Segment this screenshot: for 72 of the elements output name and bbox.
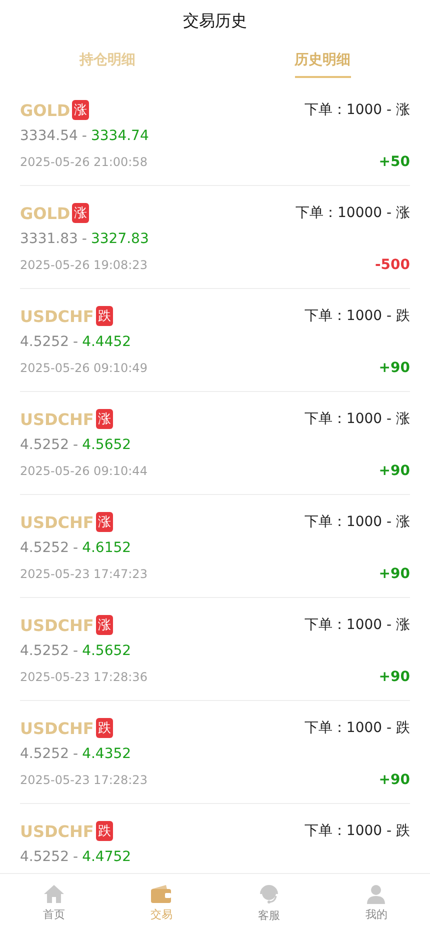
symbol-label: USDCHF [20,512,94,532]
price-separator: - [73,437,78,453]
open-price: 4.5252 [20,540,69,556]
order-amount: 下单：1000 - 跌 [304,307,410,325]
order-amount: 下单：1000 - 涨 [304,410,410,428]
symbol-label: USDCHF [20,822,94,840]
trade-time: 2025-05-26 09:10:49 [20,361,148,375]
order-amount: 下单：10000 - 涨 [296,204,410,222]
direction-badge: 涨 [96,512,113,532]
profit-value: -500 [374,257,410,273]
close-price: 4.5652 [82,437,132,453]
home-icon [42,884,65,904]
trade-time: 2025-05-26 21:00:58 [20,155,148,169]
nav-tab[interactable]: 客服 [215,874,322,932]
profit-value: +90 [378,360,410,376]
symbol-label: USDCHF [20,410,94,428]
price-separator: - [82,128,87,144]
open-price: 3334.54 [20,128,78,144]
symbol-label: USDCHF [20,718,94,738]
price-separator: - [73,540,78,556]
direction-badge: 涨 [96,615,113,635]
direction-badge: 涨 [96,409,113,429]
open-price: 4.5252 [20,643,69,659]
close-price: 4.6152 [82,540,132,556]
tab[interactable]: 历史明细 [294,43,350,78]
close-price: 4.4752 [82,849,132,865]
trade-time: 2025-05-26 19:08:23 [20,258,148,272]
close-price: 3334.74 [90,128,149,144]
profit-value: +90 [378,772,410,788]
open-price: 4.5252 [20,437,69,453]
close-price: 4.4452 [82,334,132,350]
open-price: 4.5252 [20,334,69,350]
page-title: 交易历史 [182,10,248,32]
trade-time: 2025-05-23 17:28:36 [20,670,148,684]
trade-time: 2025-05-26 09:10:44 [20,464,148,478]
symbol-label: GOLD [20,204,70,222]
direction-badge: 涨 [72,100,90,120]
price-separator: - [73,849,78,865]
open-price: 4.5252 [20,746,69,762]
nav-tab[interactable]: 首页 [0,874,108,932]
wallet-icon [150,884,172,904]
profit-value: +90 [378,463,410,479]
trade-time: 2025-05-23 17:47:23 [20,567,148,581]
open-price: 4.5252 [20,849,69,865]
open-price: 3331.83 [20,231,78,247]
user-icon [366,884,386,904]
order-amount: 下单：1000 - 涨 [304,101,410,119]
trade-time: 2025-05-23 17:28:23 [20,773,148,787]
price-separator: - [73,643,78,659]
close-price: 4.4352 [82,746,132,762]
profit-value: +50 [378,154,410,170]
nav-tab[interactable]: 我的 [322,874,430,932]
direction-badge: 跌 [96,821,113,841]
close-price: 3327.83 [90,231,149,247]
price-separator: - [73,746,78,762]
headset-icon [258,883,280,905]
symbol-label: USDCHF [20,306,94,326]
close-price: 4.5652 [82,643,132,659]
order-amount: 下单：1000 - 跌 [304,719,410,737]
price-separator: - [82,231,87,247]
profit-value: +90 [378,669,410,685]
direction-badge: 跌 [96,718,113,738]
order-amount: 下单：1000 - 涨 [304,513,410,531]
order-amount: 下单：1000 - 涨 [304,616,410,634]
nav-tab[interactable]: 交易 [108,874,215,932]
symbol-label: USDCHF [20,616,94,634]
symbol-label: GOLD [20,100,70,120]
order-amount: 下单：1000 - 跌 [304,822,410,840]
direction-badge: 涨 [72,203,90,223]
direction-badge: 跌 [96,306,113,326]
price-separator: - [73,334,78,350]
profit-value: +90 [378,566,410,582]
